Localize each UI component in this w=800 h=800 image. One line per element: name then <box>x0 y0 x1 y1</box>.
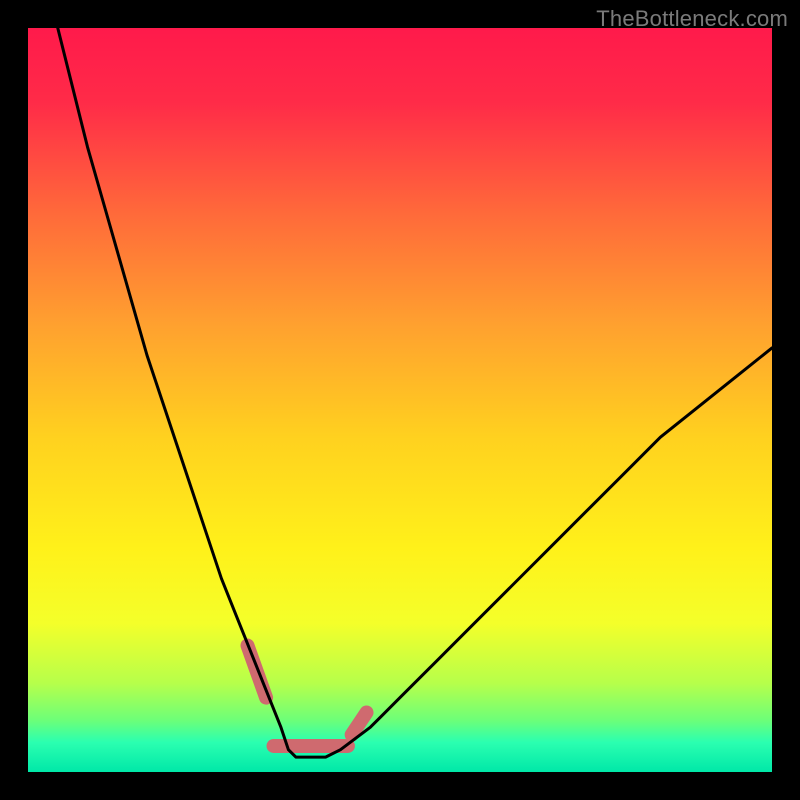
watermark-text: TheBottleneck.com <box>596 6 788 32</box>
chart-svg <box>28 28 772 772</box>
gradient-bg <box>28 28 772 772</box>
chart-frame: TheBottleneck.com <box>0 0 800 800</box>
plot-area <box>28 28 772 772</box>
